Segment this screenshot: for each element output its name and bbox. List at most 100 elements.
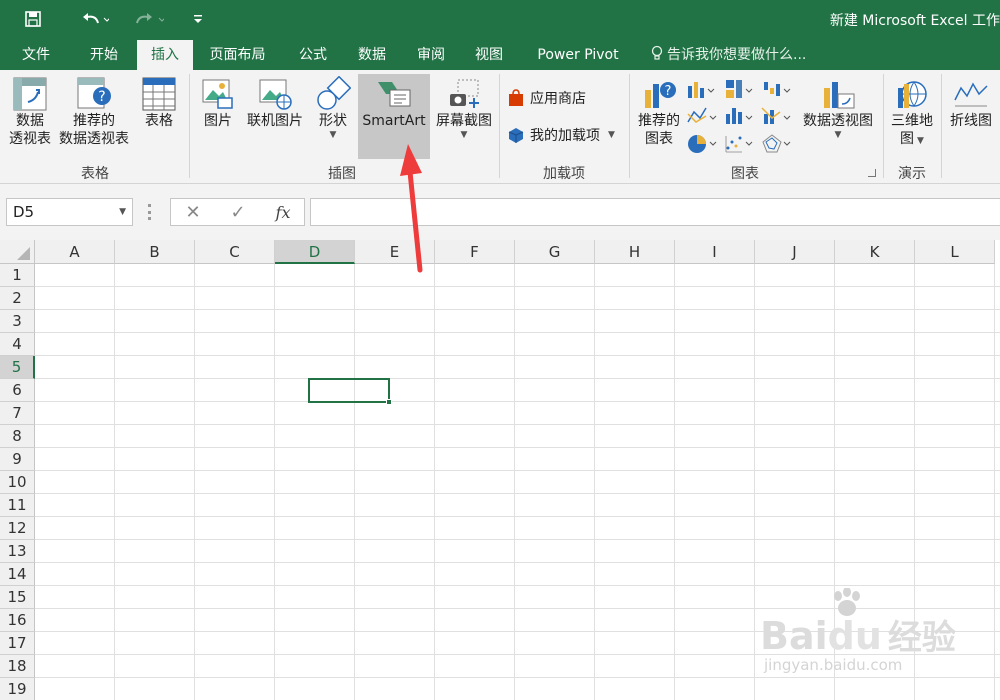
picture-icon: [202, 79, 233, 109]
globe-map-icon: [898, 81, 927, 108]
line-chart-icon: [687, 107, 717, 123]
group-label-tables: 表格: [81, 166, 109, 182]
chart-type-gallery: [686, 78, 796, 158]
column-header-k[interactable]: K: [835, 240, 915, 264]
smartart-icon: [378, 82, 411, 107]
row-header-6[interactable]: 6: [0, 379, 35, 402]
online-picture-icon: [259, 79, 292, 110]
pivot-chart-icon: [824, 82, 855, 109]
row-header-5[interactable]: 5: [0, 356, 35, 379]
screenshot-button[interactable]: 屏幕截图 ▼: [432, 76, 496, 160]
svg-text:?: ?: [665, 84, 672, 99]
table-icon: [142, 77, 176, 111]
recommended-pivot-button[interactable]: ? 推荐的 数据透视表: [56, 76, 132, 160]
row-header-13[interactable]: 13: [0, 540, 35, 563]
column-chart-icon: [688, 82, 715, 98]
shapes-icon: [317, 76, 351, 110]
recommended-charts-button[interactable]: ? 推荐的 图表: [634, 76, 684, 160]
column-header-d[interactable]: D: [275, 240, 355, 264]
customize-icon[interactable]: [188, 6, 208, 32]
row-header-10[interactable]: 10: [0, 471, 35, 494]
undo-icon[interactable]: [72, 6, 116, 32]
pivot-chart-button[interactable]: 数据透视图 ▼: [798, 76, 878, 160]
tab-formulas[interactable]: 公式: [285, 40, 341, 70]
dropdown-caret-icon: ▼: [608, 130, 615, 140]
cancel-icon[interactable]: ✕: [175, 198, 211, 226]
tab-review[interactable]: 审阅: [403, 40, 459, 70]
enter-icon[interactable]: ✓: [220, 198, 256, 226]
column-header-a[interactable]: A: [35, 240, 115, 264]
tab-view[interactable]: 视图: [461, 40, 517, 70]
select-all-button[interactable]: [0, 240, 35, 264]
row-header-15[interactable]: 15: [0, 586, 35, 609]
pictures-button[interactable]: 图片: [196, 76, 240, 160]
column-header-i[interactable]: I: [675, 240, 755, 264]
column-header-l[interactable]: L: [915, 240, 995, 264]
active-cell[interactable]: [308, 378, 392, 405]
row-header-8[interactable]: 8: [0, 425, 35, 448]
addins-icon: [508, 128, 524, 143]
pie-chart-icon: [688, 135, 717, 153]
redo-icon[interactable]: [128, 6, 170, 32]
group-label-addins: 加载项: [543, 166, 585, 182]
radar-chart-icon: [762, 134, 791, 153]
charts-dialog-launcher-icon[interactable]: [868, 169, 876, 177]
svg-text:?: ?: [98, 89, 105, 105]
row-header-18[interactable]: 18: [0, 655, 35, 678]
row-header-19[interactable]: 19: [0, 678, 35, 700]
shapes-button[interactable]: 形状 ▼: [310, 76, 356, 160]
tab-home[interactable]: 开始: [74, 40, 134, 70]
line-sparkline-button[interactable]: 折线图: [946, 76, 996, 160]
row-header-4[interactable]: 4: [0, 333, 35, 356]
column-header-f[interactable]: F: [435, 240, 515, 264]
title-bar: 新建 Microsoft Excel 工作: [0, 0, 1000, 38]
waterfall-chart-icon: [764, 82, 791, 96]
group-label-charts: 图表: [731, 166, 759, 182]
row-header-17[interactable]: 17: [0, 632, 35, 655]
tab-page-layout[interactable]: 页面布局: [200, 40, 275, 70]
ribbon: 数据 透视表 ? 推荐的 数据透视表 表格 表格 图片 联机图片 形状 ▼ Sm…: [0, 70, 1000, 184]
row-header-2[interactable]: 2: [0, 287, 35, 310]
dropdown-caret-icon: ▼: [917, 136, 924, 146]
row-header-7[interactable]: 7: [0, 402, 35, 425]
tab-data[interactable]: 数据: [344, 40, 400, 70]
row-header-16[interactable]: 16: [0, 609, 35, 632]
statistic-chart-icon: [726, 108, 753, 124]
row-header-3[interactable]: 3: [0, 310, 35, 333]
pivot-table-icon: [13, 77, 47, 111]
column-header-g[interactable]: G: [515, 240, 595, 264]
column-header-b[interactable]: B: [115, 240, 195, 264]
insert-function-button[interactable]: fx: [265, 198, 301, 226]
document-title: 新建 Microsoft Excel 工作: [829, 13, 1000, 29]
ribbon-tabs: 文件 开始 插入 页面布局 公式 数据 审阅 视图 Power Pivot 告诉…: [0, 38, 1000, 70]
fill-handle[interactable]: [386, 399, 392, 405]
group-label-illustrations: 插图: [328, 166, 356, 182]
formula-bar: D5 ▼ ✕ ✓ fx: [0, 184, 1000, 240]
pivot-table-button[interactable]: 数据 透视表: [4, 76, 56, 160]
name-box[interactable]: D5 ▼: [6, 198, 133, 226]
tell-me-box[interactable]: 告诉我你想要做什么...: [650, 40, 806, 70]
row-header-11[interactable]: 11: [0, 494, 35, 517]
column-header-c[interactable]: C: [195, 240, 275, 264]
store-button[interactable]: 应用商店: [507, 88, 586, 108]
scatter-chart-icon: [725, 136, 753, 153]
row-header-12[interactable]: 12: [0, 517, 35, 540]
tab-insert[interactable]: 插入: [137, 40, 193, 70]
column-header-j[interactable]: J: [755, 240, 835, 264]
save-icon[interactable]: [18, 6, 48, 32]
store-icon: [509, 89, 523, 106]
3d-map-button[interactable]: 三维地 图 ▼: [886, 76, 938, 160]
dropdown-caret-icon: ▼: [834, 130, 842, 140]
row-header-9[interactable]: 9: [0, 448, 35, 471]
online-pictures-button[interactable]: 联机图片: [244, 76, 306, 160]
group-separator: [883, 74, 884, 178]
table-button[interactable]: 表格: [136, 76, 182, 160]
tab-power-pivot[interactable]: Power Pivot: [524, 40, 632, 70]
chevron-down-icon[interactable]: ▼: [119, 199, 126, 225]
screenshot-icon: [450, 79, 479, 108]
column-header-h[interactable]: H: [595, 240, 675, 264]
row-header-14[interactable]: 14: [0, 563, 35, 586]
row-header-1[interactable]: 1: [0, 264, 35, 287]
tab-file[interactable]: 文件: [8, 40, 64, 70]
my-addins-button[interactable]: 我的加载项 ▼: [507, 125, 615, 145]
